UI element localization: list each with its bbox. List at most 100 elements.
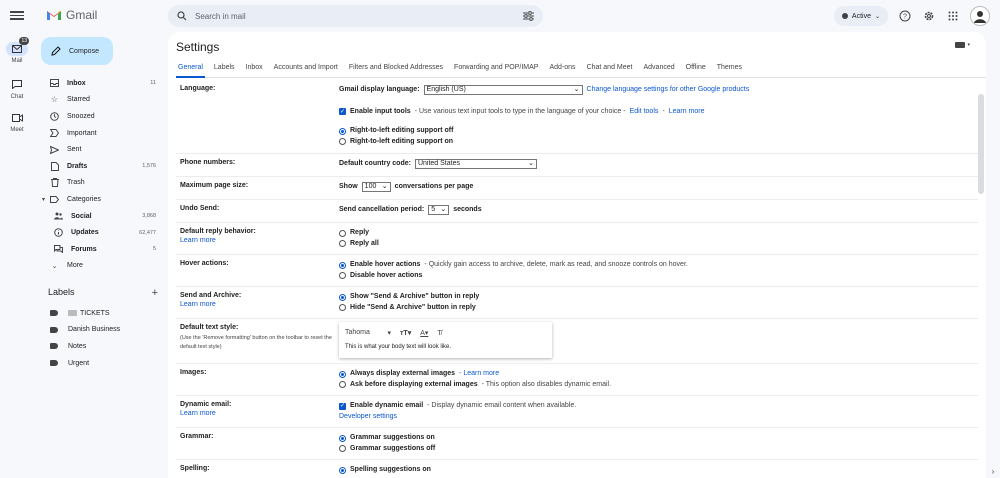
nav-item-categories[interactable]: ▾ Categories xyxy=(40,191,164,208)
nav-item-forums[interactable]: Forums 5 xyxy=(40,241,164,258)
avatar-icon xyxy=(974,11,986,23)
label-item-danish-business[interactable]: Danish Business xyxy=(40,322,164,339)
tab-addons[interactable]: Add-ons xyxy=(547,62,577,78)
setting-text-style: Default text style: (Use the 'Remove form… xyxy=(176,319,978,364)
tab-inbox[interactable]: Inbox xyxy=(244,62,265,78)
remove-formatting-icon[interactable]: T̸ xyxy=(437,330,441,337)
page-size-select[interactable]: 100 ⌄ xyxy=(361,182,391,193)
display-language-select[interactable]: English (US) ⌄ xyxy=(423,85,583,96)
tab-filters[interactable]: Filters and Blocked Addresses xyxy=(347,62,445,78)
nav-item-more[interactable]: ⌄ More xyxy=(40,258,164,275)
option-label: Always display external images xyxy=(350,370,456,377)
change-language-link[interactable]: Change language settings for other Googl… xyxy=(587,85,750,96)
settings-rows: Language: Gmail display language: Englis… xyxy=(176,80,978,478)
tab-labels[interactable]: Labels xyxy=(212,62,237,78)
status-selector[interactable]: Active ⌄ xyxy=(833,6,888,26)
search-input[interactable] xyxy=(195,11,515,21)
font-size-icon[interactable]: тT▾ xyxy=(400,329,411,337)
apps-grid-icon[interactable] xyxy=(946,9,960,23)
tab-themes[interactable]: Themes xyxy=(715,62,744,78)
cancel-period-select[interactable]: 5 ⌄ xyxy=(428,205,450,216)
reply-radio[interactable] xyxy=(339,229,346,237)
gmail-logo-icon xyxy=(47,11,61,20)
ask-before-images-radio[interactable] xyxy=(339,381,346,389)
font-family-select[interactable]: Tahoma ▾ xyxy=(345,329,391,337)
trash-icon xyxy=(50,178,59,188)
setting-phone: Phone numbers: Default country code: Uni… xyxy=(176,154,978,177)
learn-more-link[interactable]: - Learn more xyxy=(459,369,499,380)
tab-offline[interactable]: Offline xyxy=(684,62,708,78)
option-label: Show "Send & Archive" button in reply xyxy=(350,293,480,300)
account-avatar[interactable] xyxy=(970,6,990,26)
edit-tools-link[interactable]: Edit tools xyxy=(630,107,659,118)
text-color-icon[interactable]: A▾ xyxy=(420,329,428,337)
option-label: Enable hover actions xyxy=(350,261,421,268)
select-value: 5 xyxy=(431,206,436,213)
nav-label: Updates xyxy=(71,229,99,237)
developer-settings-link[interactable]: Developer settings xyxy=(339,412,397,423)
nav-item-sent[interactable]: Sent xyxy=(40,141,164,158)
label-item-urgent[interactable]: Urgent xyxy=(40,355,164,372)
compose-button[interactable]: Compose xyxy=(41,37,113,65)
caret-down-icon[interactable]: ▾ xyxy=(42,196,45,203)
labels-header: Labels + xyxy=(48,287,158,299)
nav-item-drafts[interactable]: Drafts 1,576 xyxy=(40,158,164,175)
main-menu-button[interactable] xyxy=(10,9,24,21)
nav-item-trash[interactable]: Trash xyxy=(40,175,164,192)
nav-item-social[interactable]: Social 3,868 xyxy=(40,208,164,225)
gmail-logo[interactable]: Gmail xyxy=(46,8,97,22)
enable-hover-radio[interactable] xyxy=(339,261,346,269)
grammar-off-radio[interactable] xyxy=(339,445,346,453)
learn-more-link[interactable]: Learn more xyxy=(180,410,335,417)
show-send-archive-radio[interactable] xyxy=(339,293,346,301)
dynamic-email-checkbox[interactable]: ✓ xyxy=(339,402,346,410)
nav-item-updates[interactable]: Updates 62,477 xyxy=(40,224,164,241)
tab-advanced[interactable]: Advanced xyxy=(641,62,676,78)
help-icon[interactable]: ? xyxy=(898,9,912,23)
reply-all-radio[interactable] xyxy=(339,240,346,248)
setting-label: Dynamic email: xyxy=(180,401,232,408)
search-icon[interactable] xyxy=(177,11,187,21)
setting-spelling: Spelling: Spelling suggestions on xyxy=(176,460,978,478)
nav-item-starred[interactable]: ☆ Starred xyxy=(40,92,164,109)
label-item-notes[interactable]: Notes xyxy=(40,338,164,355)
add-label-icon[interactable]: + xyxy=(152,287,158,299)
hide-send-archive-radio[interactable] xyxy=(339,304,346,312)
nav-item-inbox[interactable]: Inbox 11 xyxy=(40,75,164,92)
scrollbar-thumb[interactable] xyxy=(978,94,984,194)
rail-chat[interactable]: Chat xyxy=(0,78,34,100)
learn-more-link[interactable]: Learn more xyxy=(180,301,335,308)
input-tools-checkbox[interactable]: ✓ xyxy=(339,108,346,116)
nav-item-snoozed[interactable]: Snoozed xyxy=(40,108,164,125)
country-code-select[interactable]: United States ⌄ xyxy=(414,159,537,170)
nav-item-important[interactable]: Important xyxy=(40,125,164,142)
star-icon: ☆ xyxy=(50,95,59,105)
search-bar[interactable] xyxy=(168,5,543,27)
always-display-images-radio[interactable] xyxy=(339,370,346,378)
setting-label: Maximum page size: xyxy=(180,182,249,189)
grammar-on-radio[interactable] xyxy=(339,434,346,442)
input-tools-button[interactable]: ▾ xyxy=(955,42,970,48)
label-item-tickets[interactable]: TICKETS xyxy=(40,305,164,322)
nav-count: 5 xyxy=(152,246,156,253)
rail-meet[interactable]: Meet xyxy=(0,111,34,133)
tab-general[interactable]: General xyxy=(176,62,205,78)
rtl-on-radio[interactable] xyxy=(339,138,346,146)
rtl-off-radio[interactable] xyxy=(339,127,346,135)
learn-more-link[interactable]: Learn more xyxy=(669,107,705,118)
tab-accounts-import[interactable]: Accounts and Import xyxy=(272,62,340,78)
tab-forwarding[interactable]: Forwarding and POP/IMAP xyxy=(452,62,540,78)
spelling-on-radio[interactable] xyxy=(339,466,346,474)
label-tag-icon xyxy=(50,310,58,317)
chevron-down-icon: ⌄ xyxy=(440,206,447,213)
learn-more-link[interactable]: Learn more xyxy=(180,237,335,244)
font-name: Tahoma xyxy=(345,329,370,336)
setting-label: Phone numbers: xyxy=(180,159,236,166)
nav-count: 62,477 xyxy=(139,229,156,236)
search-options-icon[interactable] xyxy=(523,11,534,21)
collapse-panel-icon[interactable]: › xyxy=(986,464,1000,478)
rail-mail[interactable]: 13 Mail xyxy=(0,37,34,64)
settings-gear-icon[interactable] xyxy=(922,9,936,23)
disable-hover-radio[interactable] xyxy=(339,272,346,280)
tab-chat-meet[interactable]: Chat and Meet xyxy=(585,62,635,78)
